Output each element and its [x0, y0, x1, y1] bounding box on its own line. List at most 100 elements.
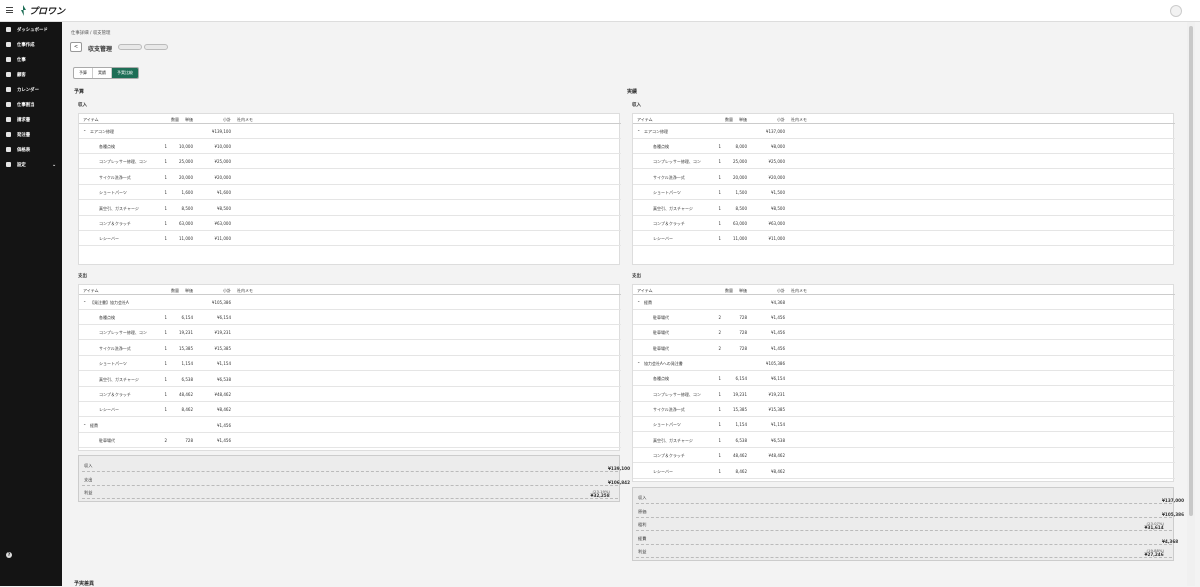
- column-header-unit-price: 単価: [185, 288, 193, 293]
- table-row[interactable]: レシーバー 1 8,462 ¥8,462: [79, 402, 621, 418]
- sidebar-item[interactable]: カレンダー: [0, 84, 62, 95]
- sidebar-item[interactable]: 仕事割当: [0, 99, 62, 110]
- item-name: 駐車場代: [653, 330, 669, 336]
- chevron-down-icon[interactable]: ⌄: [637, 359, 640, 364]
- table-row[interactable]: サイクル洗浄一式 1 15,385 ¥15,385: [633, 402, 1175, 417]
- table-row[interactable]: サイクル洗浄一式 1 20,000 ¥20,000: [79, 170, 621, 185]
- table-row[interactable]: ショートパーツ 1 1,154 ¥1,154: [79, 356, 621, 372]
- group-row[interactable]: ⌄ 【発注書】協力会社A ¥105,386: [79, 295, 621, 310]
- table-row[interactable]: コンプ＆クラッチ 1 48,462 ¥48,462: [633, 448, 1175, 464]
- item-name: コンプ＆クラッチ: [99, 221, 131, 226]
- item-subtotal: ¥15,385: [214, 345, 231, 351]
- group-row[interactable]: ⌄ 協力会社Aへの発注書 ¥105,386: [633, 356, 1175, 372]
- table-row[interactable]: コンプレッサー修理、コン 1 25,000 ¥25,000: [633, 154, 1175, 170]
- tab-2[interactable]: 予実比較: [112, 68, 138, 78]
- column-header-subtotal: 小計: [223, 288, 231, 293]
- table-row[interactable]: ショートパーツ 1 1,600 ¥1,600: [79, 185, 621, 201]
- table-row[interactable]: 駐車場代 2 728 ¥1,456: [633, 341, 1175, 356]
- tab-0[interactable]: 予算: [74, 68, 93, 78]
- table-row[interactable]: 駐車場代 2 728 ¥1,456: [633, 325, 1175, 341]
- item-unit-price: 15,385: [179, 345, 193, 351]
- sidebar-item[interactable]: 発注書: [0, 129, 62, 140]
- chevron-down-icon[interactable]: ⌄: [637, 298, 640, 303]
- column-header-unit-price: 単価: [739, 117, 747, 122]
- hamburger-menu-icon[interactable]: [6, 7, 13, 13]
- item-qty: 1: [164, 345, 167, 351]
- help-icon[interactable]: ?: [6, 552, 12, 558]
- item-unit-price: 19,231: [179, 330, 193, 336]
- table-row[interactable]: 各種点検 1 10,000 ¥10,000: [79, 139, 621, 154]
- item-qty: 1: [718, 407, 721, 412]
- table-row[interactable]: 各種点検 1 6,154 ¥6,154: [79, 310, 621, 325]
- budget-expense-title: 支出: [78, 274, 87, 279]
- group-row[interactable]: ⌄ 経費 ¥4,368: [633, 295, 1175, 310]
- job-icon: [6, 57, 11, 62]
- table-row[interactable]: ショートパーツ 1 1,154 ¥1,154: [633, 417, 1175, 433]
- table-row[interactable]: 真空引、ガスチャージ 1 6,538 ¥6,538: [633, 433, 1175, 448]
- table-row[interactable]: 真空引、ガスチャージ 1 8,500 ¥8,500: [79, 201, 621, 216]
- item-qty: 2: [718, 330, 721, 336]
- user-avatar[interactable]: [1170, 5, 1182, 17]
- group-row[interactable]: ⌄ エアコン修理 ¥139,100: [79, 124, 621, 139]
- tab-1[interactable]: 実績: [93, 68, 112, 78]
- column-header-memo: 社内メモ: [237, 117, 253, 122]
- group-row[interactable]: ⌄ エアコン修理 ¥137,000: [633, 124, 1175, 139]
- group-subtotal: ¥4,368: [771, 300, 785, 305]
- column-header-item: アイテム: [637, 288, 653, 293]
- table-row[interactable]: レシーバー 1 11,000 ¥11,000: [633, 231, 1175, 247]
- item-name: 駐車場代: [653, 345, 669, 351]
- table-row[interactable]: 各種点検 1 8,000 ¥8,000: [633, 139, 1175, 154]
- table-row[interactable]: 真空引、ガスチャージ 1 6,538 ¥6,538: [79, 372, 621, 387]
- chevron-down-icon[interactable]: ⌄: [52, 162, 56, 168]
- item-unit-price: 728: [739, 330, 747, 336]
- dashboard-icon: [6, 27, 11, 32]
- chevron-down-icon[interactable]: ⌄: [637, 127, 640, 132]
- item-subtotal: ¥6,154: [217, 315, 231, 320]
- budget-expense-table: アイテム 数量 単価 小計 社内メモ ⌄ 【発注書】協力会社A ¥105,386 各種点検 1 6,…: [78, 284, 621, 451]
- back-button[interactable]: <: [70, 42, 82, 52]
- breadcrumb-parent[interactable]: 仕事詳細: [71, 31, 89, 36]
- table-row[interactable]: サイクル洗浄一式 1 20,000 ¥20,000: [633, 170, 1175, 185]
- table-row[interactable]: コンプレッサー修理、コン 1 19,231 ¥19,231: [633, 387, 1175, 402]
- chevron-down-icon[interactable]: ⌄: [83, 421, 86, 426]
- app-logo[interactable]: プロワン: [20, 4, 65, 17]
- table-row[interactable]: コンプ＆クラッチ 1 63,000 ¥63,000: [633, 216, 1175, 231]
- chevron-down-icon[interactable]: ⌄: [83, 127, 86, 132]
- table-row[interactable]: 各種点検 1 6,154 ¥6,154: [633, 371, 1175, 387]
- item-name: ショートパーツ: [99, 190, 127, 196]
- table-row[interactable]: コンプレッサー修理、コン 1 19,231 ¥19,231: [79, 325, 621, 341]
- table-row[interactable]: 駐車場代 2 728 ¥1,456: [633, 310, 1175, 325]
- item-name: ショートパーツ: [99, 361, 127, 367]
- sidebar-item[interactable]: 設定 ⌄: [0, 159, 62, 170]
- sidebar-item[interactable]: 請求書: [0, 114, 62, 125]
- scrollbar-thumb[interactable]: [1189, 26, 1193, 516]
- table-row[interactable]: コンプ＆クラッチ 1 63,000 ¥63,000: [79, 216, 621, 231]
- sidebar-item[interactable]: 仕事: [0, 54, 62, 65]
- sidebar-item[interactable]: 価格表: [0, 144, 62, 155]
- column-header-qty: 数量: [171, 117, 179, 122]
- table-row[interactable]: 真空引、ガスチャージ 1 8,500 ¥8,500: [633, 201, 1175, 216]
- column-header-memo: 社内メモ: [791, 117, 807, 122]
- chevron-down-icon[interactable]: ⌄: [83, 298, 86, 303]
- item-name: コンプレッサー修理、コン: [653, 159, 701, 165]
- sidebar-item[interactable]: ダッシュボード: [0, 24, 62, 35]
- table-row[interactable]: 駐車場代 2 728 ¥1,456: [79, 433, 621, 448]
- item-subtotal: ¥1,500: [771, 190, 785, 196]
- sidebar-item[interactable]: 仕事作成: [0, 39, 62, 50]
- group-row[interactable]: ⌄ 経費 ¥1,456: [79, 418, 621, 433]
- item-subtotal: ¥19,231: [214, 330, 231, 336]
- group-name: エアコン修理: [90, 129, 114, 134]
- summary-amount: ¥4,368: [1162, 538, 1179, 544]
- group-subtotal: ¥139,100: [211, 129, 231, 134]
- item-name: サイクル洗浄一式: [653, 174, 685, 180]
- table-row[interactable]: コンプレッサー修理、コン 1 25,000 ¥25,000: [79, 154, 621, 170]
- item-subtotal: ¥10,000: [214, 144, 231, 149]
- table-row[interactable]: サイクル洗浄一式 1 15,385 ¥15,385: [79, 341, 621, 356]
- table-row[interactable]: ショートパーツ 1 1,500 ¥1,500: [633, 185, 1175, 201]
- summary-row: 収入 ¥139,100: [82, 459, 630, 472]
- table-row[interactable]: レシーバー 1 8,462 ¥8,462: [633, 464, 1175, 479]
- sidebar-item[interactable]: 顧客: [0, 69, 62, 80]
- table-row[interactable]: コンプ＆クラッチ 1 48,462 ¥48,462: [79, 387, 621, 402]
- summary-value: ¥27,246 (19.88%): [1145, 548, 1164, 557]
- table-row[interactable]: レシーバー 1 11,000 ¥11,000: [79, 231, 621, 247]
